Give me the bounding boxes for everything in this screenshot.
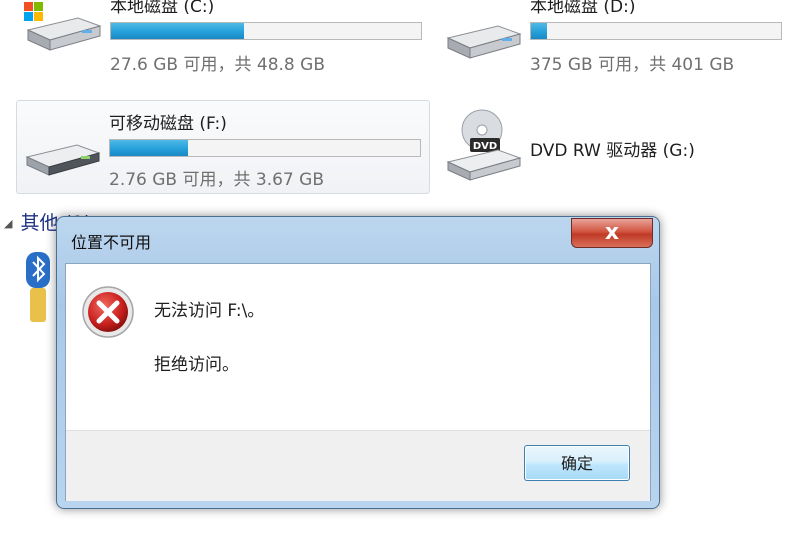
ok-button[interactable]: 确定 (524, 445, 630, 481)
usage-bar (110, 22, 422, 40)
error-message: 无法访问 F:\。 (154, 301, 265, 321)
usage-bar-fill (111, 23, 245, 39)
dialog-content: 无法访问 F:\。 拒绝访问。 (66, 264, 650, 430)
usage-bar-fill (110, 140, 188, 156)
usage-text: 2.76 GB 可用，共 3.67 GB (109, 170, 324, 190)
dvd-logo-label: DVD (473, 141, 497, 152)
usage-bar (109, 139, 421, 157)
error-detail: 拒绝访问。 (154, 355, 239, 375)
close-icon: x (604, 220, 620, 245)
drive-item-g[interactable]: DVD DVD RW 驱动器 (G:) (438, 100, 800, 194)
dialog-body: 无法访问 F:\。 拒绝访问。 确定 (65, 263, 651, 501)
usage-bar-fill (531, 23, 548, 39)
dialog-button-area: 确定 (66, 430, 650, 501)
removable-disk-icon (25, 144, 101, 176)
usage-text: 375 GB 可用，共 401 GB (530, 55, 735, 75)
hard-disk-icon (446, 25, 522, 59)
dvd-drive-icon: DVD (446, 109, 522, 181)
dialog-title: 位置不可用 (71, 233, 152, 252)
usage-text: 27.6 GB 可用，共 48.8 GB (110, 55, 325, 75)
error-icon (82, 286, 134, 338)
collapse-arrow-icon[interactable]: ◢ (4, 217, 12, 230)
drive-name: DVD RW 驱动器 (G:) (530, 141, 695, 161)
hard-disk-icon (24, 2, 102, 51)
drive-name: 本地磁盘 (C:) (110, 0, 215, 17)
drive-name: 本地磁盘 (D:) (530, 0, 636, 17)
bluetooth-icon (26, 252, 50, 322)
close-button[interactable]: x (571, 218, 653, 248)
drive-item-c[interactable]: 本地磁盘 (C:) 27.6 GB 可用，共 48.8 GB (18, 0, 428, 76)
drive-item-f[interactable]: 可移动磁盘 (F:) 2.76 GB 可用，共 3.67 GB (16, 100, 430, 194)
usage-bar (530, 22, 782, 40)
drive-name: 可移动磁盘 (F:) (109, 114, 227, 134)
error-dialog[interactable]: 位置不可用 x 无法访问 F:\。 拒绝访问。 确定 (56, 216, 660, 509)
drive-item-d[interactable]: 本地磁盘 (D:) 375 GB 可用，共 401 GB (438, 0, 800, 76)
